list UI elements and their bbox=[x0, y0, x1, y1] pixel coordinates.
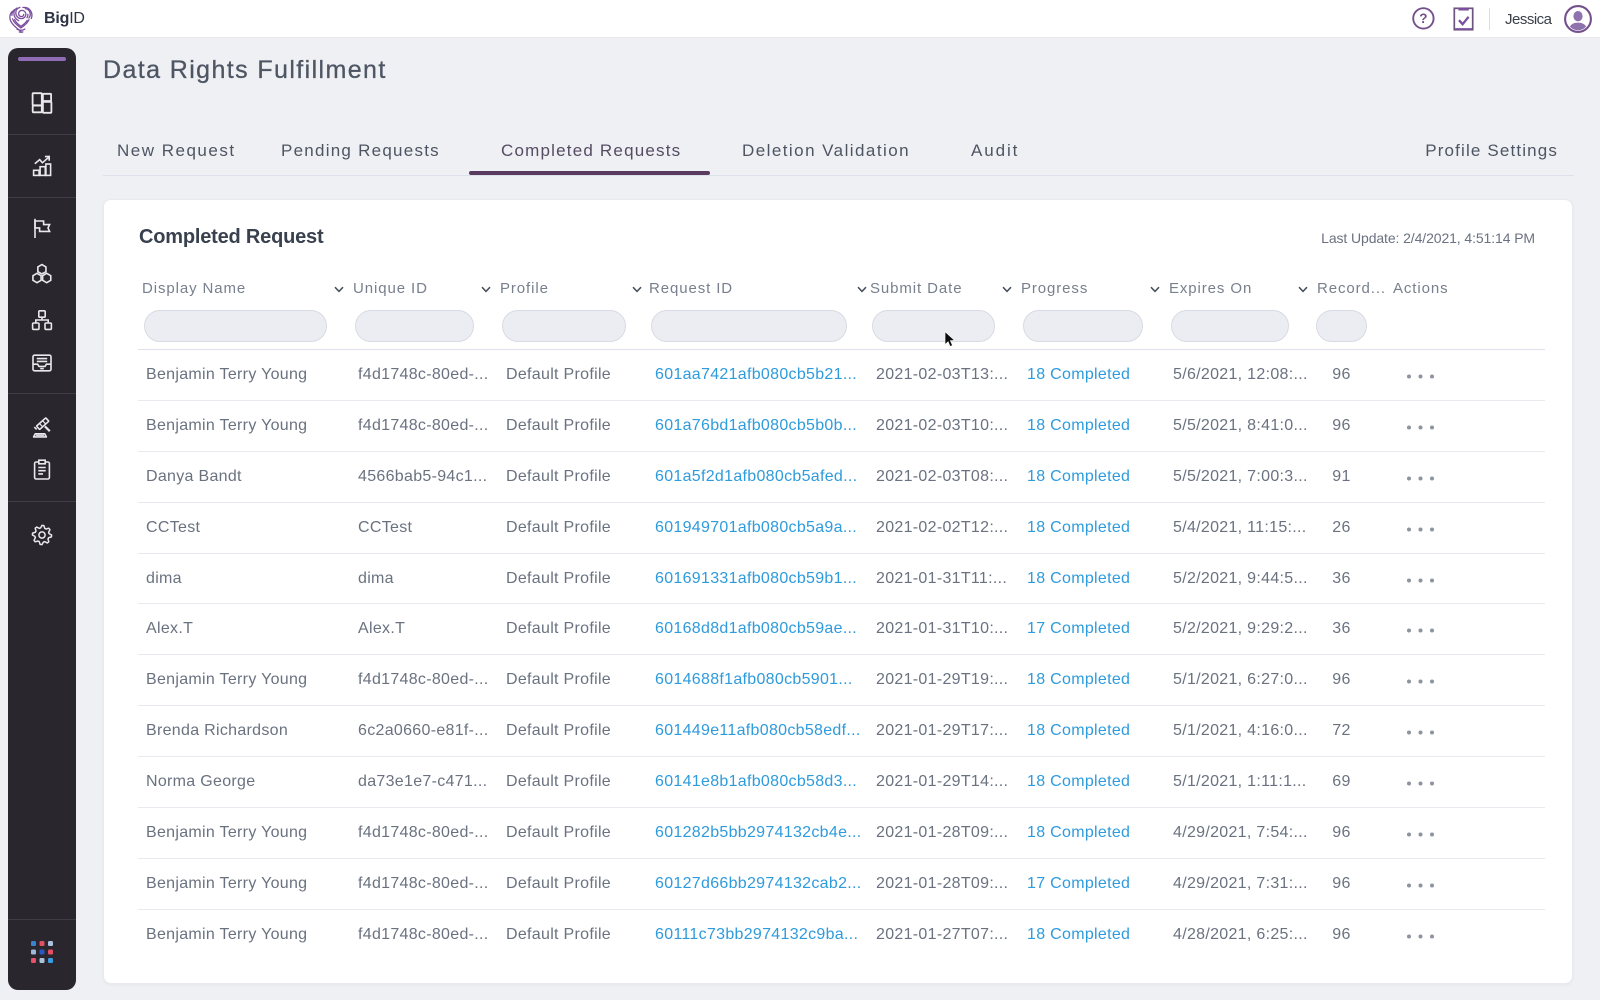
svg-text:?: ? bbox=[1419, 11, 1427, 26]
